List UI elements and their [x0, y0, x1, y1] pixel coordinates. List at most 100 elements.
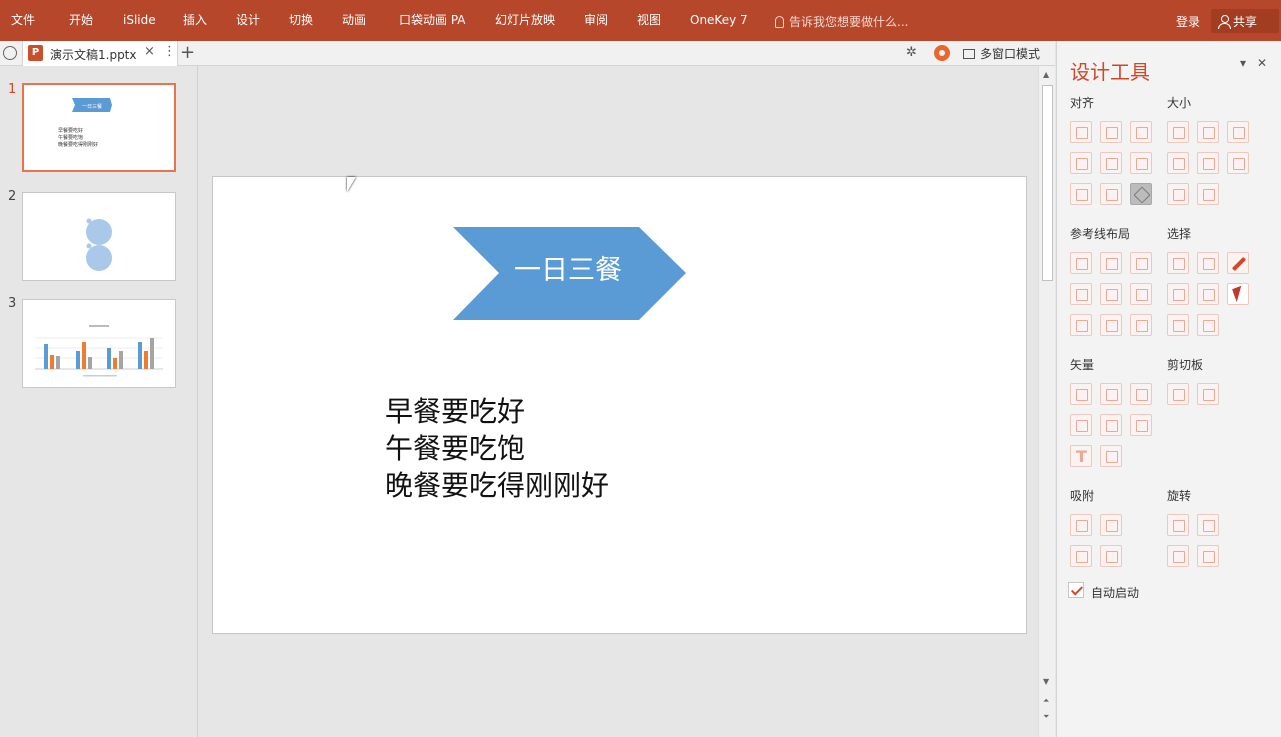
guide-top-icon[interactable]: [1070, 283, 1092, 305]
menu-onekey[interactable]: OneKey 7: [690, 13, 748, 28]
select-shadow-icon[interactable]: [1197, 314, 1219, 336]
tab-more-icon[interactable]: ⋮: [163, 44, 176, 59]
menu-transitions[interactable]: 切换: [289, 13, 313, 28]
next-slide-icon[interactable]: ⏷: [1043, 712, 1049, 722]
align-right-icon[interactable]: [1130, 121, 1152, 143]
width-top-icon[interactable]: [1167, 152, 1189, 174]
menu-pocket-animation[interactable]: 口袋动画 PA: [399, 13, 466, 28]
flip-vertical-icon[interactable]: [1167, 545, 1189, 567]
same-width-icon[interactable]: [1167, 121, 1189, 143]
snap-left-icon[interactable]: [1070, 514, 1092, 536]
snap-right-icon[interactable]: [1100, 514, 1122, 536]
vector-outline-icon[interactable]: [1130, 414, 1152, 436]
panel-options-icon[interactable]: ▾: [1240, 56, 1246, 70]
distribute-horizontal-icon[interactable]: [1070, 183, 1092, 205]
panel-close-icon[interactable]: ✕: [1257, 56, 1267, 70]
edit-points-icon[interactable]: [1100, 445, 1122, 467]
rotate-right-icon[interactable]: [1197, 514, 1219, 536]
size-swap-icon[interactable]: [1227, 152, 1249, 174]
section-snap: 吸附: [1070, 489, 1095, 503]
history-icon[interactable]: [3, 46, 17, 60]
align-bottom-icon[interactable]: [1130, 152, 1152, 174]
snap-top-icon[interactable]: [1070, 545, 1092, 567]
slide-thumbnail-3[interactable]: [22, 299, 176, 388]
guide-center-icon[interactable]: [1100, 252, 1122, 274]
distribute-vertical-icon[interactable]: [1100, 183, 1122, 205]
vector-fragment-icon[interactable]: [1130, 383, 1152, 405]
align-canvas-icon[interactable]: [1130, 183, 1152, 205]
auto-start-checkbox[interactable]: [1068, 582, 1084, 598]
guide-vertical-icon[interactable]: [1100, 314, 1122, 336]
chevron-title-text[interactable]: 一日三餐: [503, 253, 633, 289]
height-right-icon[interactable]: [1197, 183, 1219, 205]
vector-union-icon[interactable]: [1070, 383, 1092, 405]
share-button[interactable]: 共享: [1211, 9, 1279, 33]
same-size-icon[interactable]: [1227, 121, 1249, 143]
add-tab-icon[interactable]: +: [180, 41, 195, 64]
guide-left-icon[interactable]: [1070, 252, 1092, 274]
menu-insert[interactable]: 插入: [183, 13, 207, 28]
align-center-icon[interactable]: [1100, 121, 1122, 143]
menu-file[interactable]: 文件: [11, 13, 35, 28]
login-link[interactable]: 登录: [1176, 13, 1200, 30]
settings-gear-icon[interactable]: [934, 45, 950, 61]
rotate-left-icon[interactable]: [1167, 514, 1189, 536]
select-group-icon[interactable]: [1197, 252, 1219, 274]
scrollbar-thumb[interactable]: [1042, 85, 1053, 281]
body-line-2: 午餐要吃饱: [385, 432, 526, 465]
guide-middle-icon[interactable]: [1100, 283, 1122, 305]
guide-right-icon[interactable]: [1130, 252, 1152, 274]
scroll-up-icon[interactable]: ▲: [1043, 70, 1049, 79]
vector-combine-icon[interactable]: [1100, 383, 1122, 405]
multi-window-button[interactable]: 多窗口模式: [963, 45, 1040, 62]
powerpoint-icon: P: [28, 45, 43, 61]
select-same-icon[interactable]: [1167, 252, 1189, 274]
lightbulb-icon: [775, 16, 784, 28]
magic-tool-icon[interactable]: ✲: [906, 45, 924, 61]
menu-home[interactable]: 开始: [69, 13, 93, 28]
align-middle-icon[interactable]: [1100, 152, 1122, 174]
prev-slide-icon[interactable]: ⏶: [1043, 696, 1049, 706]
guide-grid-icon[interactable]: [1130, 314, 1152, 336]
menu-view[interactable]: 视图: [637, 13, 661, 28]
current-slide[interactable]: 一日三餐 早餐要吃好 午餐要吃饱 晚餐要吃得刚刚好: [212, 176, 1027, 634]
select-front-icon[interactable]: [1167, 283, 1189, 305]
slide-body-text[interactable]: 早餐要吃好 午餐要吃饱 晚餐要吃得刚刚好: [385, 393, 609, 504]
close-tab-icon[interactable]: ×: [144, 44, 155, 59]
select-overlap-icon[interactable]: [1167, 314, 1189, 336]
select-pointer-icon[interactable]: [1227, 283, 1249, 305]
slide-thumbnail-1[interactable]: 一日三餐 早餐要吃好 午餐要吃饱 晚餐要吃得刚刚好: [22, 83, 176, 172]
menu-design[interactable]: 设计: [236, 13, 260, 28]
height-left-icon[interactable]: [1167, 183, 1189, 205]
thumbnail-3-graphic: [35, 325, 163, 377]
vertical-scrollbar[interactable]: ▲ ▼ ⏶ ⏷: [1038, 66, 1055, 737]
guide-bottom-icon[interactable]: [1130, 283, 1152, 305]
tell-me-search[interactable]: 告诉我您想要做什么...: [775, 13, 908, 30]
document-tab-title: 演示文稿1.pptx: [50, 48, 137, 62]
menu-slideshow[interactable]: 幻灯片放映: [495, 13, 555, 28]
body-line-1: 早餐要吃好: [385, 395, 526, 428]
text-to-shape-icon[interactable]: [1070, 445, 1092, 467]
scroll-down-icon[interactable]: ▼: [1043, 677, 1049, 686]
menu-animations[interactable]: 动画: [342, 13, 366, 28]
select-back-icon[interactable]: [1197, 283, 1219, 305]
paste-icon[interactable]: [1197, 383, 1219, 405]
copy-icon[interactable]: [1167, 383, 1189, 405]
slide-thumbnail-pane: 1 一日三餐 早餐要吃好 午餐要吃饱 晚餐要吃得刚刚好 2 3: [0, 66, 198, 737]
slide-number: 2: [8, 189, 17, 204]
align-top-icon[interactable]: [1070, 152, 1092, 174]
guide-horizontal-icon[interactable]: [1070, 314, 1092, 336]
align-left-icon[interactable]: [1070, 121, 1092, 143]
magic-wand-icon[interactable]: [1227, 252, 1249, 274]
document-tab[interactable]: P 演示文稿1.pptx × ⋮: [22, 41, 178, 66]
width-bottom-icon[interactable]: [1197, 152, 1219, 174]
menu-review[interactable]: 审阅: [584, 13, 608, 28]
flip-horizontal-icon[interactable]: [1197, 545, 1219, 567]
menu-islide[interactable]: iSlide: [123, 13, 156, 28]
vector-intersect-icon[interactable]: [1070, 414, 1092, 436]
snap-bottom-icon[interactable]: [1100, 545, 1122, 567]
slide-thumbnail-2[interactable]: [22, 192, 176, 281]
chevron-shape[interactable]: [213, 177, 1028, 635]
vector-subtract-icon[interactable]: [1100, 414, 1122, 436]
same-height-icon[interactable]: [1197, 121, 1219, 143]
